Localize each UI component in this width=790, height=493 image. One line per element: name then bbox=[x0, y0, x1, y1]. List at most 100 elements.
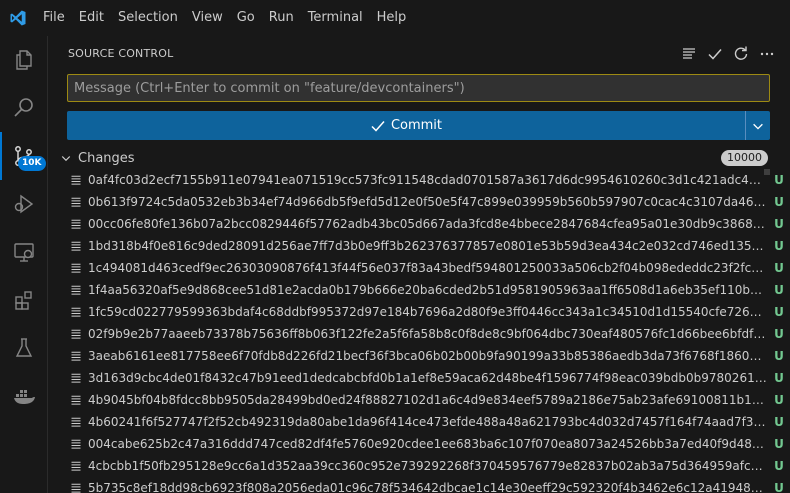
file-lines-icon bbox=[70, 367, 86, 389]
file-lines-icon bbox=[70, 257, 86, 279]
menu-terminal[interactable]: Terminal bbox=[301, 0, 370, 36]
untracked-status-badge: U bbox=[774, 415, 784, 429]
title-bar: File Edit Selection View Go Run Terminal… bbox=[0, 0, 790, 36]
file-lines-icon bbox=[70, 389, 86, 411]
file-lines-icon bbox=[70, 213, 86, 235]
untracked-status-badge: U bbox=[774, 239, 784, 253]
run-debug-icon[interactable] bbox=[0, 180, 48, 228]
explorer-icon[interactable] bbox=[0, 36, 48, 84]
file-lines-icon bbox=[70, 191, 86, 213]
untracked-status-badge: U bbox=[774, 173, 784, 187]
file-lines-icon bbox=[70, 301, 86, 323]
file-name: 4cbcbb1f50fb295128e9cc6a1d352aa39cc360c9… bbox=[88, 459, 768, 473]
untracked-status-badge: U bbox=[774, 349, 784, 363]
file-lines-icon bbox=[70, 411, 86, 433]
file-name: 004cabe625b2c47a316ddd747ced82df4fe5760e… bbox=[88, 437, 768, 451]
refresh-icon[interactable] bbox=[728, 41, 754, 67]
file-name: 02f9b9e2b77aaeeb73378b75636ff8b063f122fe… bbox=[88, 327, 768, 341]
file-name: 0b613f9724c5da0532eb3b34ef74d966db5f9efd… bbox=[88, 195, 768, 209]
testing-icon[interactable] bbox=[0, 324, 48, 372]
changes-group-header[interactable]: Changes 10000 bbox=[48, 147, 790, 169]
menu-file[interactable]: File bbox=[36, 0, 72, 36]
menu-edit[interactable]: Edit bbox=[72, 0, 111, 36]
commit-message-input[interactable] bbox=[67, 74, 770, 102]
commit-dropdown-button[interactable] bbox=[745, 111, 770, 140]
scrollbar[interactable] bbox=[764, 169, 770, 493]
file-row[interactable]: 5b735c8ef18dd98cb6923f808a2056eda01c96c7… bbox=[48, 477, 790, 493]
file-name: 4b60241f6f527747f2f52cb492319da80abe1da9… bbox=[88, 415, 768, 429]
check-icon bbox=[371, 120, 385, 132]
commit-button-label: Commit bbox=[390, 118, 443, 133]
file-name: 1c494081d463cedf9ec26303090876f413f44f56… bbox=[88, 261, 768, 275]
untracked-status-badge: U bbox=[774, 481, 784, 493]
commit-button[interactable]: Commit bbox=[67, 111, 745, 140]
untracked-status-badge: U bbox=[774, 371, 784, 385]
menu-help[interactable]: Help bbox=[370, 0, 414, 36]
remote-explorer-icon[interactable] bbox=[0, 228, 48, 276]
menu-selection[interactable]: Selection bbox=[111, 0, 185, 36]
file-row[interactable]: 1bd318b4f0e816c9ded28091d256ae7ff7d3b0e9… bbox=[48, 235, 790, 257]
view-as-tree-icon[interactable] bbox=[676, 41, 702, 67]
extensions-icon[interactable] bbox=[0, 276, 48, 324]
untracked-status-badge: U bbox=[774, 459, 784, 473]
menu-go[interactable]: Go bbox=[230, 0, 262, 36]
source-control-icon[interactable]: 10K bbox=[0, 132, 48, 180]
file-lines-icon bbox=[70, 279, 86, 301]
chevron-down-icon bbox=[60, 152, 76, 164]
untracked-status-badge: U bbox=[774, 437, 784, 451]
file-lines-icon bbox=[70, 455, 86, 477]
untracked-status-badge: U bbox=[774, 261, 784, 275]
changes-count-badge: 10000 bbox=[721, 150, 768, 166]
file-name: 1fc59cd022779599363bdaf4c68ddbf995372d97… bbox=[88, 305, 768, 319]
activity-bar: 10K bbox=[0, 36, 48, 493]
source-control-header: SOURCE CONTROL bbox=[48, 36, 790, 71]
file-row[interactable]: 1f4aa56320af5e9d868cee51d81e2acda0b179b6… bbox=[48, 279, 790, 301]
file-name: 4b9045bf04b8fdcc8bb9505da28499bd0ed24f88… bbox=[88, 393, 768, 407]
untracked-status-badge: U bbox=[774, 393, 784, 407]
file-row[interactable]: 004cabe625b2c47a316ddd747ced82df4fe5760e… bbox=[48, 433, 790, 455]
file-lines-icon bbox=[70, 345, 86, 367]
untracked-status-badge: U bbox=[774, 217, 784, 231]
source-control-badge: 10K bbox=[18, 156, 46, 171]
scrollbar-thumb[interactable] bbox=[764, 169, 770, 175]
file-name: 0af4fc03d2ecf7155b911e07941ea071519cc573… bbox=[88, 173, 768, 187]
search-icon[interactable] bbox=[0, 84, 48, 132]
more-actions-icon[interactable] bbox=[754, 41, 780, 67]
vscode-logo-icon bbox=[0, 0, 36, 36]
changes-file-list: 0af4fc03d2ecf7155b911e07941ea071519cc573… bbox=[48, 169, 790, 493]
changes-label: Changes bbox=[78, 150, 135, 166]
untracked-status-badge: U bbox=[774, 305, 784, 319]
file-row[interactable]: 4cbcbb1f50fb295128e9cc6a1d352aa39cc360c9… bbox=[48, 455, 790, 477]
file-row[interactable]: 1c494081d463cedf9ec26303090876f413f44f56… bbox=[48, 257, 790, 279]
file-row[interactable]: 00cc06fe80fe136b07a2bcc0829446f57762adb4… bbox=[48, 213, 790, 235]
docker-icon[interactable] bbox=[0, 372, 48, 420]
menu-view[interactable]: View bbox=[185, 0, 230, 36]
file-row[interactable]: 4b9045bf04b8fdcc8bb9505da28499bd0ed24f88… bbox=[48, 389, 790, 411]
file-lines-icon bbox=[70, 477, 86, 493]
file-row[interactable]: 1fc59cd022779599363bdaf4c68ddbf995372d97… bbox=[48, 301, 790, 323]
file-lines-icon bbox=[70, 433, 86, 455]
source-control-view: SOURCE CONTROL Commit Changes 10000 0af4… bbox=[48, 36, 790, 493]
view-title: SOURCE CONTROL bbox=[68, 47, 174, 60]
file-name: 5b735c8ef18dd98cb6923f808a2056eda01c96c7… bbox=[88, 481, 768, 493]
file-row[interactable]: 0af4fc03d2ecf7155b911e07941ea071519cc573… bbox=[48, 169, 790, 191]
file-row[interactable]: 3d163d9cbc4de01f8432c47b91eed1dedcabcbfd… bbox=[48, 367, 790, 389]
file-name: 3d163d9cbc4de01f8432c47b91eed1dedcabcbfd… bbox=[88, 371, 768, 385]
menu-run[interactable]: Run bbox=[262, 0, 301, 36]
file-row[interactable]: 02f9b9e2b77aaeeb73378b75636ff8b063f122fe… bbox=[48, 323, 790, 345]
untracked-status-badge: U bbox=[774, 195, 784, 209]
untracked-status-badge: U bbox=[774, 283, 784, 297]
file-lines-icon bbox=[70, 169, 86, 191]
untracked-status-badge: U bbox=[774, 327, 784, 341]
file-lines-icon bbox=[70, 323, 86, 345]
file-name: 1bd318b4f0e816c9ded28091d256ae7ff7d3b0e9… bbox=[88, 239, 768, 253]
commit-check-icon[interactable] bbox=[702, 41, 728, 67]
file-row[interactable]: 4b60241f6f527747f2f52cb492319da80abe1da9… bbox=[48, 411, 790, 433]
file-name: 3aeab6161ee817758ee6f70fdb8d226fd21becf3… bbox=[88, 349, 768, 363]
file-row[interactable]: 0b613f9724c5da0532eb3b34ef74d966db5f9efd… bbox=[48, 191, 790, 213]
file-row[interactable]: 3aeab6161ee817758ee6f70fdb8d226fd21becf3… bbox=[48, 345, 790, 367]
file-lines-icon bbox=[70, 235, 86, 257]
file-name: 1f4aa56320af5e9d868cee51d81e2acda0b179b6… bbox=[88, 283, 768, 297]
chevron-down-icon bbox=[753, 123, 763, 130]
file-name: 00cc06fe80fe136b07a2bcc0829446f57762adb4… bbox=[88, 217, 768, 231]
